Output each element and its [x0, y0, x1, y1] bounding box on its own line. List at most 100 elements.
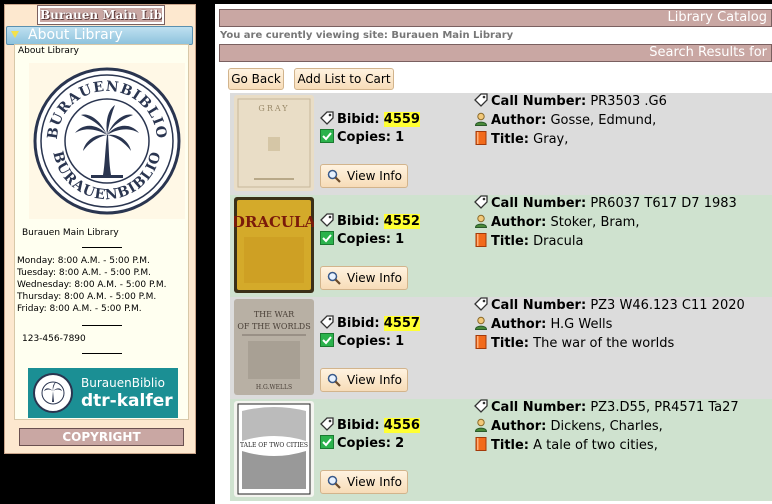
author-line: Author: Stoker, Bram, — [474, 214, 639, 230]
view-info-label: View Info — [347, 169, 403, 183]
badge-title: BurauenBiblio — [81, 376, 165, 390]
copies-line: Copies: 1 — [320, 333, 404, 349]
library-catalog-header: Library Catalog — [219, 9, 772, 27]
go-back-button[interactable]: Go Back — [228, 68, 284, 90]
tag-icon — [320, 315, 334, 329]
title-line: Title: Gray, — [474, 131, 568, 147]
magnifier-icon — [327, 373, 341, 387]
call-number-label: Call Number: — [491, 298, 587, 313]
title-label: Title: — [491, 336, 530, 351]
book-cover-image[interactable]: DRACULA — [234, 197, 314, 293]
tag-icon — [320, 213, 334, 227]
about-library-link[interactable]: About Library — [18, 46, 79, 56]
book-cover-image[interactable]: GRAY — [234, 95, 314, 191]
hours-monday: Monday: 8:00 A.M. - 5:00 P.M. — [17, 256, 150, 266]
author-line: Author: Gosse, Edmund, — [474, 112, 656, 128]
current-site-line: You are curently viewing site: Burauen M… — [220, 30, 514, 41]
view-info-label: View Info — [347, 373, 403, 387]
add-list-to-cart-button[interactable]: Add List to Cart — [294, 68, 394, 90]
call-number-label: Call Number: — [491, 400, 587, 415]
author-value: Dickens, Charles, — [550, 419, 663, 434]
divider — [82, 247, 122, 248]
branch-name: Burauen Main Library — [22, 228, 119, 238]
main-content: Library Catalog You are curently viewing… — [215, 4, 772, 504]
copies-label: Copies: — [337, 232, 391, 247]
call-number-label: Call Number: — [491, 196, 587, 211]
copyright-button[interactable]: COPYRIGHT — [19, 428, 184, 446]
svg-text:OF THE WORLDS: OF THE WORLDS — [237, 322, 310, 331]
book-icon — [475, 335, 487, 349]
book-icon — [475, 131, 487, 145]
call-number-line: Call Number: PR3503 .G6 — [474, 93, 667, 109]
bibid-label: Bibid: — [337, 112, 380, 127]
bibid-line: Bibid: 4556 — [320, 417, 420, 433]
checkbox-icon — [320, 129, 334, 143]
svg-text:TALE OF TWO CITIES: TALE OF TWO CITIES — [240, 442, 308, 449]
person-icon — [474, 418, 488, 432]
author-label: Author: — [491, 317, 547, 332]
svg-text:H.G.WELLS: H.G.WELLS — [256, 384, 292, 391]
book-icon — [475, 437, 487, 451]
call-number-line: Call Number: PZ3.D55, PR4571 Ta27 — [474, 399, 739, 415]
about-library-tab[interactable]: About Library — [6, 26, 193, 45]
tag-icon — [474, 195, 488, 209]
call-number-label: Call Number: — [491, 94, 587, 109]
tag-icon — [320, 111, 334, 125]
svg-text:GRAY: GRAY — [258, 104, 289, 113]
author-label: Author: — [491, 113, 547, 128]
bibid-line: Bibid: 4559 — [320, 111, 420, 127]
view-info-label: View Info — [347, 475, 403, 489]
call-number-value: PR3503 .G6 — [590, 94, 667, 109]
title-label: Title: — [491, 132, 530, 147]
bibid-value: 4552 — [383, 214, 420, 229]
divider — [82, 325, 122, 326]
badge-logo-icon — [33, 373, 73, 413]
divider — [82, 353, 122, 354]
tag-icon — [474, 297, 488, 311]
bibid-label: Bibid: — [337, 418, 380, 433]
title-value: Gray, — [533, 132, 569, 147]
view-info-button[interactable]: View Info — [320, 266, 408, 290]
book-cover-image[interactable]: THE WAR OF THE WORLDS H.G.WELLS — [234, 299, 314, 395]
book-icon — [475, 233, 487, 247]
svg-text:DRACULA: DRACULA — [234, 213, 314, 231]
call-number-line: Call Number: PR6037 T617 D7 1983 — [474, 195, 737, 211]
call-number-value: PR6037 T617 D7 1983 — [590, 196, 737, 211]
title-line: Title: Dracula — [474, 233, 583, 249]
copies-label: Copies: — [337, 130, 391, 145]
about-library-tab-label: About Library — [28, 27, 123, 43]
author-line: Author: Dickens, Charles, — [474, 418, 663, 434]
burauenbiblio-badge[interactable]: BurauenBiblio dtr-kalfer — [28, 368, 178, 418]
bibid-label: Bibid: — [337, 214, 380, 229]
call-number-value: PZ3.D55, PR4571 Ta27 — [590, 400, 739, 415]
badge-subtitle: dtr-kalfer — [81, 391, 173, 411]
copies-label: Copies: — [337, 436, 391, 451]
copies-line: Copies: 1 — [320, 129, 404, 145]
hours-wednesday: Wednesday: 8:00 A.M. - 5:00 P.M. — [17, 280, 167, 290]
hours-thursday: Thursday: 8:00 A.M. - 5:00 P.M. — [17, 292, 157, 302]
magnifier-icon — [327, 271, 341, 285]
view-info-button[interactable]: View Info — [320, 470, 408, 494]
author-value: Gosse, Edmund, — [550, 113, 657, 128]
title-label: Title: — [491, 234, 530, 249]
bibid-value: 4556 — [383, 418, 420, 433]
title-value: Dracula — [533, 234, 584, 249]
book-cover-image[interactable]: TALE OF TWO CITIES — [234, 401, 314, 497]
checkbox-icon — [320, 333, 334, 347]
copies-value: 1 — [395, 232, 405, 247]
library-logo: BURAUENBIBLIO BURAUENBIBLIO — [29, 63, 185, 219]
checkbox-icon — [320, 231, 334, 245]
call-number-line: Call Number: PZ3 W46.123 C11 2020 — [474, 297, 745, 313]
view-info-button[interactable]: View Info — [320, 368, 408, 392]
view-info-button[interactable]: View Info — [320, 164, 408, 188]
title-value: A tale of two cities, — [533, 438, 658, 453]
person-icon — [474, 214, 488, 228]
svg-text:THE WAR: THE WAR — [254, 310, 295, 319]
magnifier-icon — [327, 475, 341, 489]
result-row: GRAY Bibid: 4559 Copies: 1 View Info Cal… — [230, 93, 772, 195]
person-icon — [474, 112, 488, 126]
tag-icon — [320, 417, 334, 431]
author-label: Author: — [491, 215, 547, 230]
tag-icon — [474, 93, 488, 107]
library-name-banner: Burauen Main Library — [37, 5, 165, 25]
